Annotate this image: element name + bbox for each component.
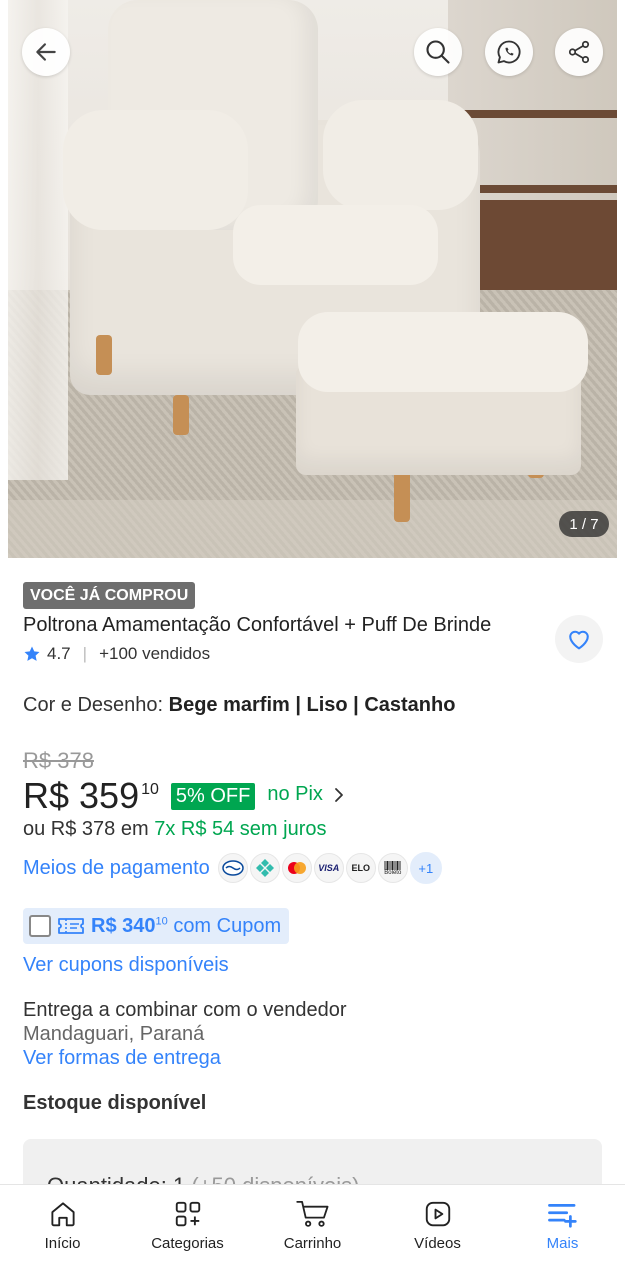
chevron-right-icon xyxy=(335,787,343,802)
coupon-option[interactable]: R$ 34010 com Cupom xyxy=(23,908,289,944)
coupon-label: com Cupom xyxy=(173,914,282,937)
delivery-location: Mandaguari, Paraná xyxy=(23,1023,205,1045)
current-price-cents: 10 xyxy=(141,781,159,798)
coupon-icon xyxy=(58,918,84,934)
whatsapp-button[interactable] xyxy=(485,28,533,76)
nav-home[interactable]: Início xyxy=(0,1185,125,1280)
favorite-button[interactable] xyxy=(555,615,603,663)
nav-home-label: Início xyxy=(44,1235,81,1252)
nav-more[interactable]: Mais xyxy=(500,1185,625,1280)
product-image[interactable]: 1 / 7 xyxy=(8,0,617,558)
boleto-label: Boleto xyxy=(384,869,402,876)
current-price: R$ 359 xyxy=(23,775,140,816)
pix-label: no Pix xyxy=(267,783,323,805)
arrow-left-icon xyxy=(36,43,56,61)
nav-categories[interactable]: Categorias xyxy=(125,1185,250,1280)
purchased-badge: VOCÊ JÁ COMPROU xyxy=(23,582,196,609)
more-payment-methods[interactable]: +1 xyxy=(409,852,442,884)
coupon-checkbox[interactable] xyxy=(29,915,51,937)
discount-badge: 5% OFF xyxy=(170,783,256,810)
home-icon xyxy=(50,1202,75,1227)
coupon-text: R$ 34010 com Cupom xyxy=(91,915,281,938)
nav-cart[interactable]: Carrinho xyxy=(250,1185,375,1280)
installments-prefix: ou R$ 378 em xyxy=(23,818,149,840)
elo-icon: ELO xyxy=(345,853,376,883)
pix-link[interactable]: no Pix xyxy=(267,783,345,806)
installments: ou R$ 378 em 7x R$ 54 sem juros xyxy=(23,818,327,841)
stock-title: Estoque disponível xyxy=(23,1092,207,1114)
share-button[interactable] xyxy=(555,28,603,76)
payment-methods-link[interactable]: Meios de pagamento xyxy=(23,857,210,880)
search-icon xyxy=(426,40,450,64)
old-price: R$ 378 xyxy=(23,748,94,773)
whatsapp-icon xyxy=(497,40,521,64)
rating-row[interactable]: 4.7 | +100 vendidos xyxy=(23,644,210,664)
boleto-icon: Boleto xyxy=(377,853,408,883)
payment-icons: VISA ELO Boleto +1 xyxy=(217,852,442,884)
video-icon xyxy=(425,1201,450,1227)
bottom-navigation: Início Categorias Carrinho Vídeos Mais xyxy=(0,1184,625,1280)
pix-icon xyxy=(249,853,280,883)
categories-icon xyxy=(175,1201,200,1227)
visa-icon: VISA xyxy=(313,853,344,883)
nav-more-label: Mais xyxy=(546,1235,579,1252)
nav-categories-label: Categorias xyxy=(151,1235,224,1252)
search-button[interactable] xyxy=(414,28,462,76)
payment-methods-row[interactable]: Meios de pagamento VISA ELO Boleto +1 xyxy=(23,851,442,885)
nav-cart-label: Carrinho xyxy=(283,1235,342,1252)
sold-count: +100 vendidos xyxy=(99,644,211,663)
delivery-title: Entrega a combinar com o vendedor xyxy=(23,999,347,1021)
back-button[interactable] xyxy=(22,28,70,76)
share-icon xyxy=(568,40,590,64)
cart-icon xyxy=(295,1200,328,1227)
image-counter: 1 / 7 xyxy=(559,511,609,537)
heart-icon xyxy=(569,630,589,650)
installments-value: 7x R$ 54 sem juros xyxy=(154,818,327,840)
price-row: R$ 359 10 5% OFF no Pix xyxy=(23,775,345,817)
mercado-pago-icon xyxy=(217,853,248,883)
nav-videos[interactable]: Vídeos xyxy=(375,1185,500,1280)
nav-videos-label: Vídeos xyxy=(414,1235,461,1252)
mastercard-icon xyxy=(281,853,312,883)
see-coupons-link[interactable]: Ver cupons disponíveis xyxy=(23,954,229,977)
star-icon xyxy=(24,646,40,661)
variant-row[interactable]: Cor e Desenho: Bege marfim | Liso | Cast… xyxy=(23,694,455,717)
product-title: Poltrona Amamentação Confortável + Puff … xyxy=(23,614,492,636)
more-icon xyxy=(547,1204,577,1228)
divider: | xyxy=(82,644,88,663)
variant-label: Cor e Desenho: xyxy=(23,694,164,716)
variant-value: Bege marfim | Liso | Castanho xyxy=(168,694,456,716)
coupon-amount: R$ 340 xyxy=(91,914,156,937)
delivery-options-link[interactable]: Ver formas de entrega xyxy=(23,1047,221,1070)
rating-value: 4.7 xyxy=(47,644,71,663)
coupon-cents: 10 xyxy=(155,914,168,927)
